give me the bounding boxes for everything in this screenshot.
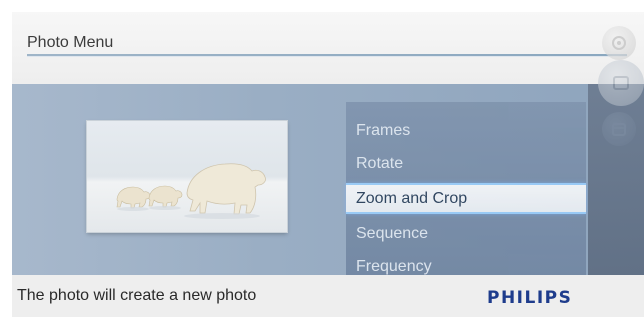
polar-bears-image [87, 121, 287, 232]
slideshow-icon[interactable] [598, 60, 644, 106]
menu-item-frames[interactable]: Frames [346, 114, 586, 147]
photo-icon[interactable] [602, 26, 636, 60]
header: Photo Menu [12, 12, 644, 84]
page-title: Photo Menu [27, 34, 114, 51]
menu-item-sequence[interactable]: Sequence [346, 217, 586, 250]
footer: The photo will create a new photo PHILIP… [12, 275, 644, 317]
menu-list: Frames Rotate Zoom and Crop Sequence Fre… [346, 114, 586, 283]
main-panel: Frames Rotate Zoom and Crop Sequence Fre… [12, 84, 644, 275]
side-rail [588, 12, 644, 275]
calendar-icon[interactable] [602, 112, 636, 146]
menu-item-rotate[interactable]: Rotate [346, 147, 586, 180]
photo-frame-screen: Photo Menu Frames Rotate Zoom and Crop S… [12, 12, 644, 317]
menu-item-zoom-and-crop[interactable]: Zoom and Crop [346, 183, 586, 214]
status-message: The photo will create a new photo [17, 287, 257, 304]
header-divider [27, 54, 627, 56]
photo-menu: Frames Rotate Zoom and Crop Sequence Fre… [346, 102, 586, 275]
photo-preview [87, 121, 287, 232]
brand-logo: PHILIPS [487, 288, 573, 308]
